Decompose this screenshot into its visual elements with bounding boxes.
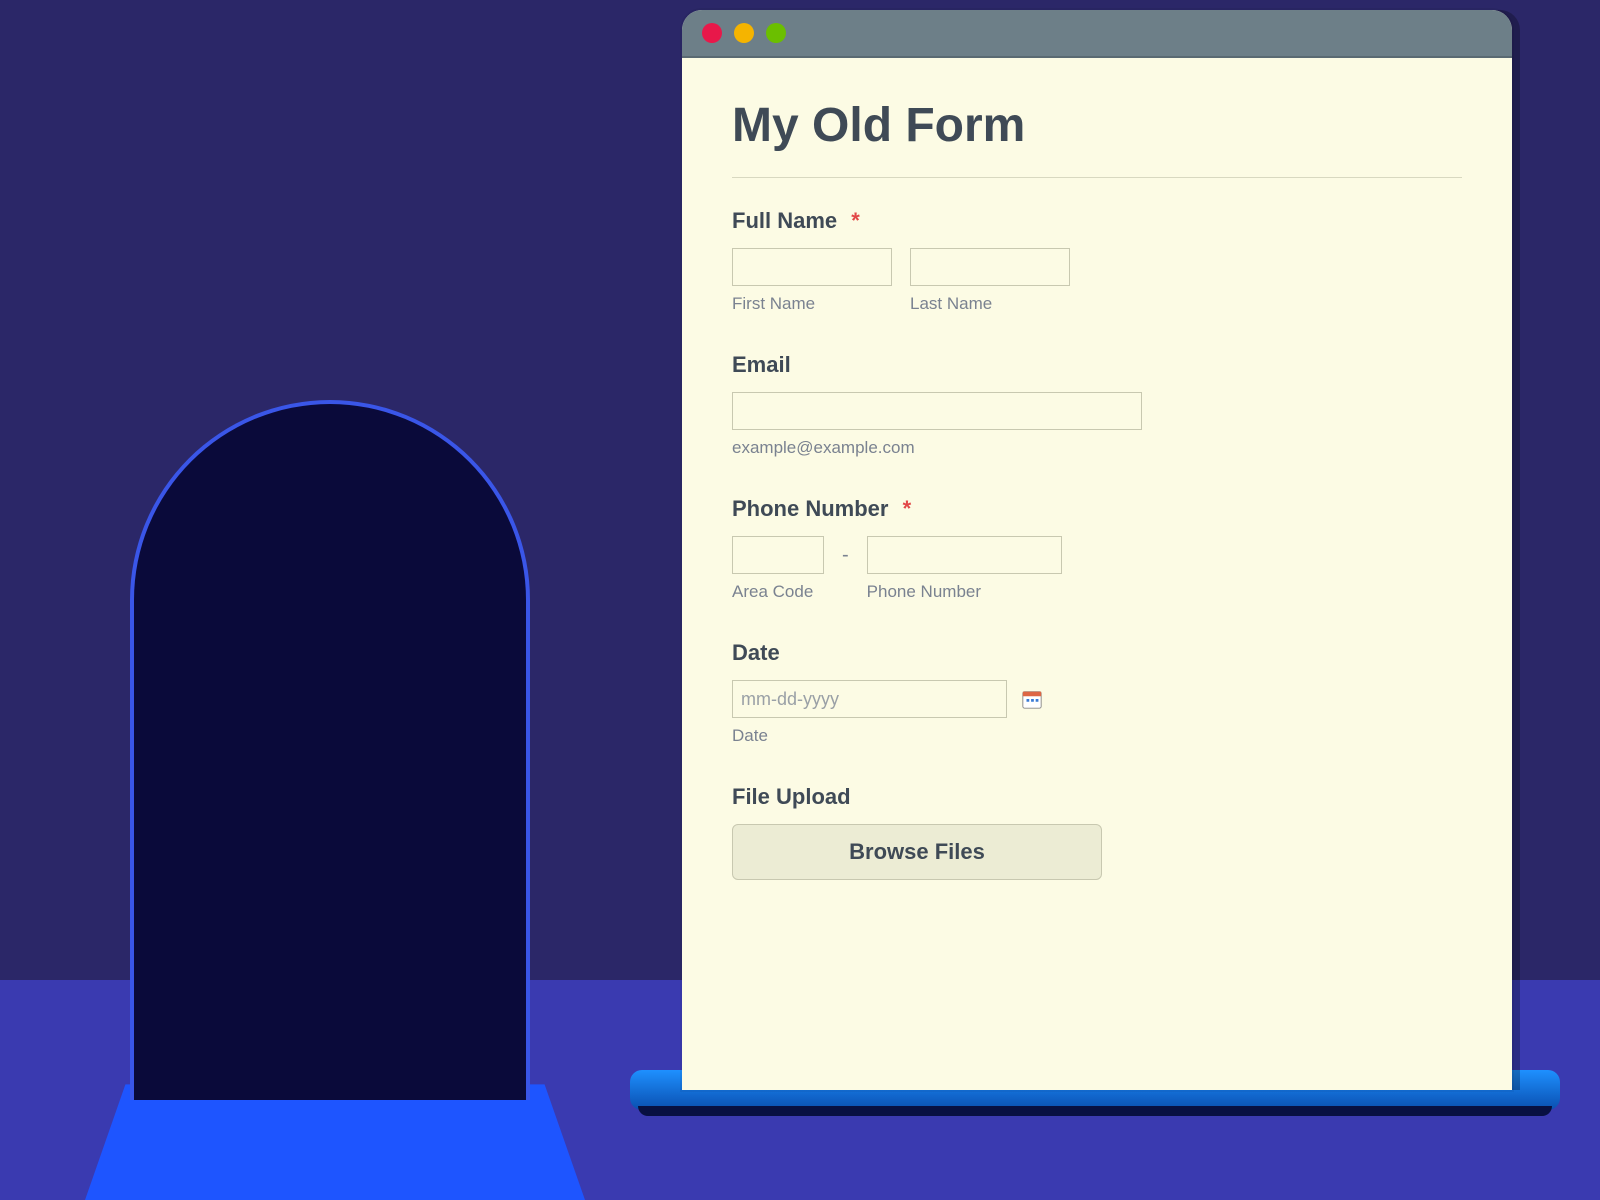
first-name-input[interactable] [732,248,892,286]
email-input[interactable] [732,392,1142,430]
email-label: Email [732,352,1462,378]
required-marker: * [903,496,912,521]
calendar-icon[interactable] [1021,688,1043,710]
field-phone: Phone Number * Area Code - Phone Number [732,496,1462,602]
window-titlebar [682,10,1512,58]
divider [732,177,1462,178]
form-title: My Old Form [732,98,1462,153]
phone-dash: - [842,544,849,567]
area-code-sublabel: Area Code [732,582,824,602]
app-window: My Old Form Full Name * First Name Last … [682,10,1512,1090]
file-upload-label: File Upload [732,784,1462,810]
phone-number-sublabel: Phone Number [867,582,1062,602]
doorway-arch [130,400,530,1100]
full-name-label-text: Full Name [732,208,837,233]
date-input[interactable] [732,680,1007,718]
close-icon[interactable] [702,23,722,43]
area-code-input[interactable] [732,536,824,574]
maximize-icon[interactable] [766,23,786,43]
required-marker: * [851,208,860,233]
field-email: Email example@example.com [732,352,1462,458]
field-file-upload: File Upload Browse Files [732,784,1462,880]
form-body: My Old Form Full Name * First Name Last … [682,58,1512,958]
last-name-sublabel: Last Name [910,294,1070,314]
field-full-name: Full Name * First Name Last Name [732,208,1462,314]
email-hint: example@example.com [732,438,1462,458]
phone-label-text: Phone Number [732,496,888,521]
date-label: Date [732,640,1462,666]
first-name-sublabel: First Name [732,294,892,314]
phone-number-input[interactable] [867,536,1062,574]
field-date: Date Date [732,640,1462,746]
last-name-input[interactable] [910,248,1070,286]
carpet [85,1084,585,1200]
full-name-label: Full Name * [732,208,1462,234]
minimize-icon[interactable] [734,23,754,43]
date-sublabel: Date [732,726,1462,746]
phone-label: Phone Number * [732,496,1462,522]
browse-files-button[interactable]: Browse Files [732,824,1102,880]
